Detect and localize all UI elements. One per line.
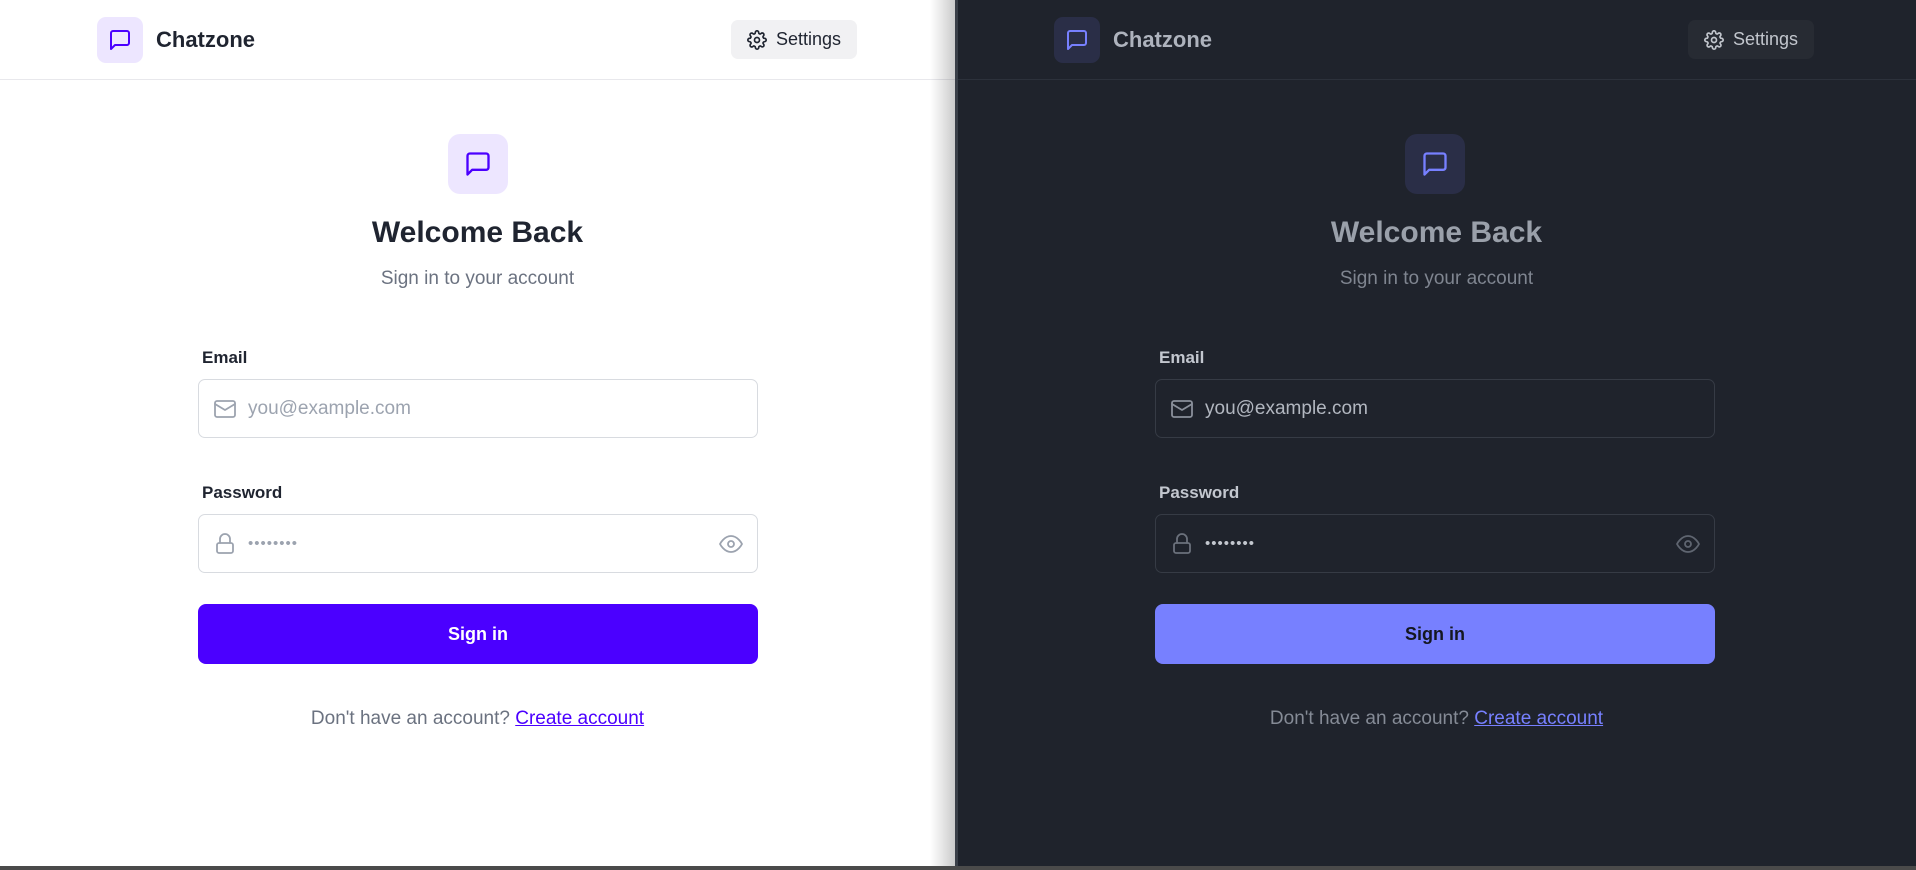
password-label: Password — [1159, 483, 1240, 502]
password-label: Password — [202, 483, 283, 502]
message-square-icon — [448, 134, 508, 194]
no-account-text: Don't have an account? — [1269, 708, 1469, 729]
settings-button[interactable]: Settings — [731, 20, 858, 59]
gear-icon — [1704, 29, 1724, 50]
create-account-link[interactable]: Create account — [515, 708, 644, 729]
password-input[interactable]: •••••••• — [248, 535, 719, 552]
create-account-prompt: Don't have an account? Create account — [0, 708, 955, 730]
email-label: Email — [202, 348, 248, 367]
email-field[interactable] — [1155, 379, 1715, 438]
eye-icon[interactable] — [1676, 532, 1700, 556]
chat-logo-icon — [1054, 17, 1100, 63]
mail-icon — [1170, 397, 1194, 421]
settings-label: Settings — [1733, 29, 1799, 49]
password-input[interactable]: •••••••• — [1205, 535, 1676, 552]
chat-logo-icon — [97, 17, 143, 63]
create-account-link[interactable]: Create account — [1474, 708, 1603, 729]
gear-icon — [747, 29, 767, 50]
dark-theme-pane: Chatzone Settings Welcome Back Sign in t… — [957, 0, 1916, 866]
email-input[interactable] — [248, 397, 743, 420]
email-input[interactable] — [1205, 397, 1700, 420]
page-title: Welcome Back — [1330, 216, 1543, 249]
app-header: Chatzone Settings — [0, 0, 955, 80]
create-account-prompt: Don't have an account? Create account — [957, 708, 1916, 730]
email-field[interactable] — [198, 379, 758, 438]
settings-button[interactable]: Settings — [1688, 20, 1815, 59]
app-header: Chatzone Settings — [957, 0, 1916, 80]
no-account-text: Don't have an account? — [310, 708, 510, 729]
sign-in-button[interactable]: Sign in — [1155, 604, 1715, 664]
app-name: Chatzone — [1113, 27, 1212, 52]
password-field[interactable]: •••••••• — [198, 514, 758, 573]
eye-icon[interactable] — [719, 532, 743, 556]
window-bottom-edge — [0, 866, 1916, 870]
message-square-icon — [1405, 134, 1465, 194]
sign-in-button[interactable]: Sign in — [198, 604, 758, 664]
page-subtitle: Sign in to your account — [380, 268, 575, 289]
brand[interactable]: Chatzone — [1054, 17, 1212, 63]
pane-divider — [955, 0, 958, 866]
lock-icon — [1170, 532, 1194, 556]
email-label: Email — [1159, 348, 1205, 367]
brand[interactable]: Chatzone — [97, 17, 255, 63]
light-theme-pane: Chatzone Settings Welcome Back Sign in t… — [0, 0, 955, 866]
pane-divider-shadow — [930, 0, 957, 866]
lock-icon — [213, 532, 237, 556]
mail-icon — [213, 397, 237, 421]
page-title: Welcome Back — [371, 216, 584, 249]
password-field[interactable]: •••••••• — [1155, 514, 1715, 573]
page-subtitle: Sign in to your account — [1339, 268, 1534, 289]
settings-label: Settings — [776, 29, 842, 49]
app-name: Chatzone — [156, 27, 255, 52]
